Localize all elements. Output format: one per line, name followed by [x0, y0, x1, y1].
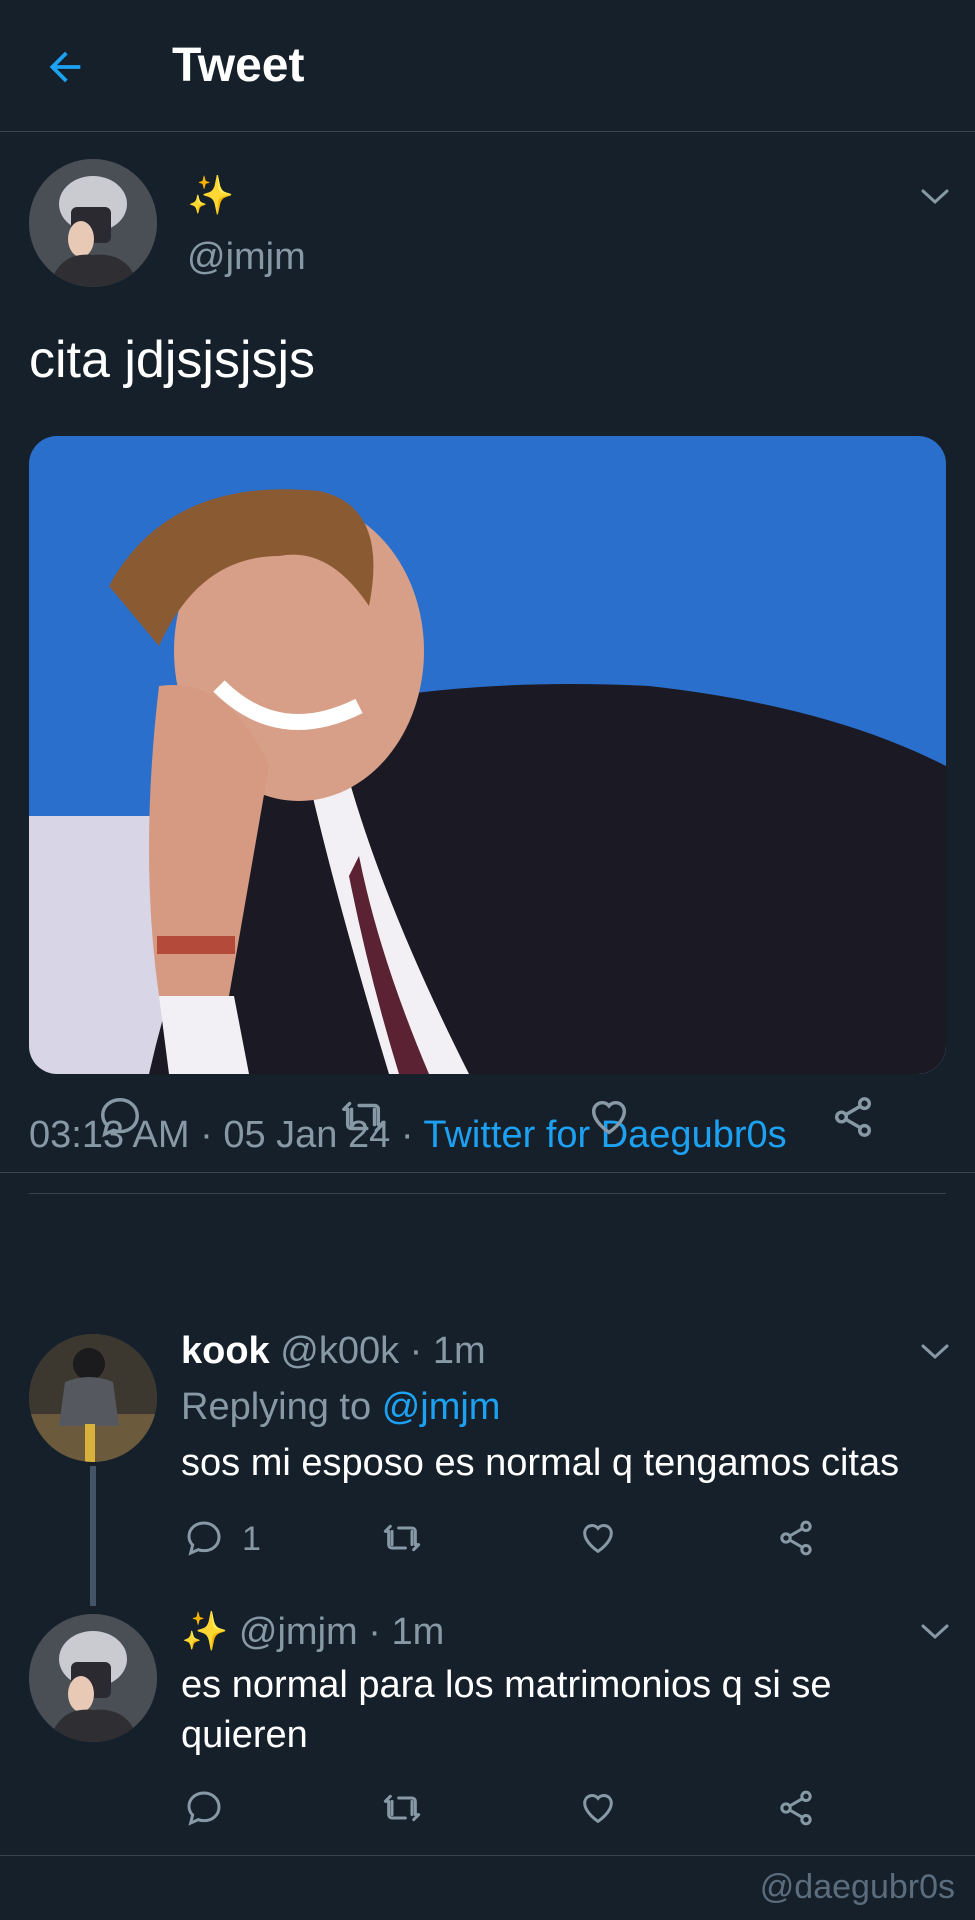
user-handle[interactable]: @k00k [280, 1330, 399, 1372]
page-title: Tweet [172, 39, 305, 92]
retweet-icon[interactable] [382, 1788, 422, 1828]
share-icon[interactable] [776, 1518, 816, 1558]
user-handle[interactable]: @jmjm [239, 1611, 358, 1653]
divider [0, 1855, 975, 1856]
comment-icon[interactable] [184, 1788, 224, 1828]
display-name[interactable]: kook [181, 1330, 270, 1372]
display-name[interactable]: ✨ [181, 1611, 228, 1653]
reply-text: sos mi esposo es normal q tengamos citas [181, 1442, 900, 1484]
heart-icon[interactable] [586, 1094, 632, 1140]
chevron-down-icon[interactable] [920, 1342, 950, 1362]
chevron-down-icon[interactable] [920, 187, 950, 207]
time-separator: · [368, 1611, 381, 1653]
comment-icon[interactable] [184, 1518, 224, 1558]
tweet-action-bar [0, 1062, 975, 1172]
share-icon[interactable] [776, 1788, 816, 1828]
display-name[interactable]: ✨ [187, 174, 234, 218]
share-icon[interactable] [830, 1094, 876, 1140]
tweet-media-image[interactable] [29, 436, 946, 1074]
watermark: @daegubr0s [759, 1868, 955, 1906]
reply-header: ✨ @jmjm · 1m [181, 1610, 444, 1654]
chevron-down-icon[interactable] [920, 1622, 950, 1642]
heart-icon[interactable] [578, 1788, 618, 1828]
heart-icon[interactable] [578, 1518, 618, 1558]
avatar[interactable] [29, 1334, 157, 1462]
avatar[interactable] [29, 159, 157, 287]
replying-to-handle[interactable]: @jmjm [382, 1386, 501, 1428]
replying-to: Replying to @jmjm [181, 1386, 500, 1429]
time-separator: · [409, 1330, 423, 1372]
back-arrow-icon[interactable] [42, 44, 88, 90]
comment-icon[interactable] [97, 1094, 143, 1140]
reply-time: 1m [391, 1611, 445, 1653]
retweet-icon[interactable] [340, 1094, 386, 1140]
tweet-text: cita jdjsjsjsjs [29, 331, 316, 389]
reply-text: es normal para los matrimonios q si se q… [181, 1664, 832, 1756]
top-bar: Tweet [0, 0, 975, 132]
replying-to-label: Replying to [181, 1386, 372, 1428]
avatar[interactable] [29, 1614, 157, 1742]
reply-time: 1m [432, 1330, 486, 1372]
reply-count: 1 [242, 1520, 261, 1558]
reply-header: kook @k00k · 1m [181, 1330, 486, 1373]
user-handle[interactable]: @jmjm [187, 236, 306, 279]
thread-connector-line [90, 1466, 96, 1606]
retweet-icon[interactable] [382, 1518, 422, 1558]
